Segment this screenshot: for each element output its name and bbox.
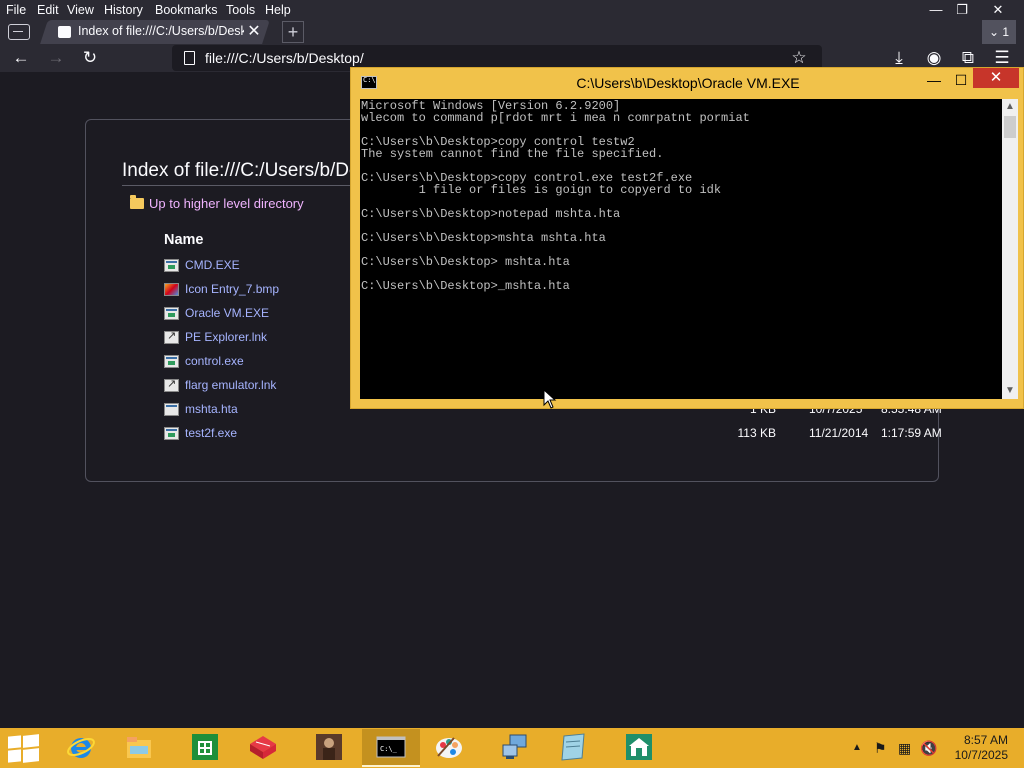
window-minimize-button[interactable]: — [922,0,950,20]
taskbar-home-app[interactable] [610,729,668,767]
clock-date: 10/7/2025 [954,748,1008,762]
notepad-icon [561,733,585,761]
shortcut-icon [164,329,179,344]
console-minimize-button[interactable]: — [921,69,947,91]
console-text: Microsoft Windows [Version 6.2.9200] wlec… [361,100,750,292]
menu-view[interactable]: View [67,3,94,17]
bmp-icon [164,283,179,296]
scroll-up-icon[interactable]: ▲ [1002,99,1018,115]
tab-list-icon[interactable] [8,24,30,40]
console-line: C:\Users\b\Desktop> mshta.hta [361,255,570,269]
svg-text:C:\_: C:\_ [380,745,398,753]
console-window[interactable]: C:\ C:\Users\b\Desktop\Oracle VM.EXE — ☐… [350,67,1024,409]
taskbar-toolbox-app[interactable] [234,729,292,767]
file-explorer-icon [127,737,151,758]
console-output[interactable]: Microsoft Windows [Version 6.2.9200] wlec… [360,99,1002,399]
tab-active[interactable]: Index of file:///C:/Users/b/Desktop/ ✕ [56,20,266,44]
scroll-down-icon[interactable]: ▼ [1002,383,1018,399]
forward-icon[interactable]: → [43,46,69,70]
file-row: test2f.exe 113 KB 11/21/2014 1:17:59 AM [164,424,942,444]
menu-tools[interactable]: Tools [226,3,255,17]
console-close-button[interactable]: ✕ [973,68,1019,88]
menu-bookmarks[interactable]: Bookmarks [155,3,218,17]
file-page-icon [184,51,195,65]
screen: File Edit View History Bookmarks Tools H… [0,0,1024,768]
system-clock[interactable]: 8:57 AM 10/7/2025 [944,733,1008,763]
network-icon[interactable]: ▦ [898,740,911,757]
taskbar-file-explorer[interactable] [110,729,168,767]
file-size: 113 KB [737,426,776,440]
exe-icon [164,427,179,440]
window-restore-button[interactable]: ❐ [948,0,976,20]
taskbar-internet-explorer[interactable] [52,729,110,767]
menu-edit[interactable]: Edit [37,3,59,17]
exe-icon [164,307,179,320]
taskbar-store[interactable] [176,729,234,767]
volume-muted-icon[interactable]: 🔇 [920,740,937,757]
file-link[interactable]: flarg emulator.lnk [185,378,276,392]
back-icon[interactable]: ← [8,46,34,70]
name-column-header[interactable]: Name [164,232,204,248]
console-line: C:\Users\b\Desktop>mshta mshta.hta [361,231,606,245]
menu-file[interactable]: File [6,3,26,17]
window-close-button[interactable]: ✕ [984,0,1012,20]
new-tab-button[interactable]: + [282,21,304,43]
shortcut-icon [164,377,179,392]
tray-overflow-icon[interactable]: ▲ [852,742,862,753]
file-time: 1:17:59 AM [881,426,942,440]
console-line: C:\Users\b\Desktop>notepad mshta.hta [361,207,621,221]
console-line: The system cannot find the file specifie… [361,147,664,161]
tab-overflow-button[interactable]: ⌄ 1 [982,20,1016,44]
console-maximize-button[interactable]: ☐ [948,69,974,91]
hta-icon [164,403,179,416]
internet-explorer-icon [67,737,95,758]
console-line: wlecom to command p[rdot mrt i mea n com… [361,111,750,125]
file-link[interactable]: control.exe [185,354,244,368]
file-link[interactable]: CMD.EXE [185,258,240,272]
network-computers-icon [502,734,527,759]
taskbar-network-app[interactable] [486,729,544,767]
clock-time: 8:57 AM [963,733,1008,747]
tab-close-icon[interactable]: ✕ [246,22,262,42]
file-link[interactable]: Oracle VM.EXE [185,306,269,320]
windows-start-icon[interactable] [8,734,40,763]
url-text[interactable]: file:///C:/Users/b/Desktop/ [205,50,364,66]
menu-help[interactable]: Help [265,3,291,17]
file-link[interactable]: mshta.hta [185,402,238,416]
taskbar-notepad-app[interactable] [544,729,602,767]
browser-menubar: File Edit View History Bookmarks Tools H… [0,0,1024,20]
menu-history[interactable]: History [104,3,143,17]
command-prompt-icon: C:\_ [376,736,406,758]
toolbox-icon [250,736,276,759]
home-icon [626,734,652,760]
taskbar-character-app[interactable] [300,729,358,767]
exe-icon [164,259,179,272]
scroll-thumb[interactable] [1004,116,1016,138]
file-link[interactable]: test2f.exe [185,426,237,440]
character-portrait-icon [316,734,342,760]
paint-palette-icon [436,737,462,758]
console-line: C:\Users\b\Desktop>_mshta.hta [361,279,570,293]
console-scrollbar[interactable]: ▲ ▼ [1002,99,1018,399]
reload-icon[interactable]: ↻ [77,46,103,70]
store-icon [192,734,218,760]
taskbar-paint-app[interactable] [420,729,478,767]
action-center-flag-icon[interactable]: ⚑ [874,740,887,757]
page-favicon-icon [58,26,71,38]
file-date: 11/21/2014 [809,426,869,440]
tab-title: Index of file:///C:/Users/b/Desktop/ [78,24,244,38]
file-link[interactable]: PE Explorer.lnk [185,330,267,344]
taskbar: C:\_ ▲ ⚑ ▦ 🔇 8:57 AM 10/7/2025 [0,728,1024,768]
folder-icon [130,195,144,209]
tab-bar: Index of file:///C:/Users/b/Desktop/ ✕ + [0,20,1024,44]
parent-directory-label[interactable]: Up to higher level directory [149,196,304,211]
exe-icon [164,355,179,368]
taskbar-command-prompt[interactable]: C:\_ [362,729,420,767]
file-link[interactable]: Icon Entry_7.bmp [185,282,279,296]
console-line: 1 file or files is goign to copyerd to i… [361,183,722,197]
